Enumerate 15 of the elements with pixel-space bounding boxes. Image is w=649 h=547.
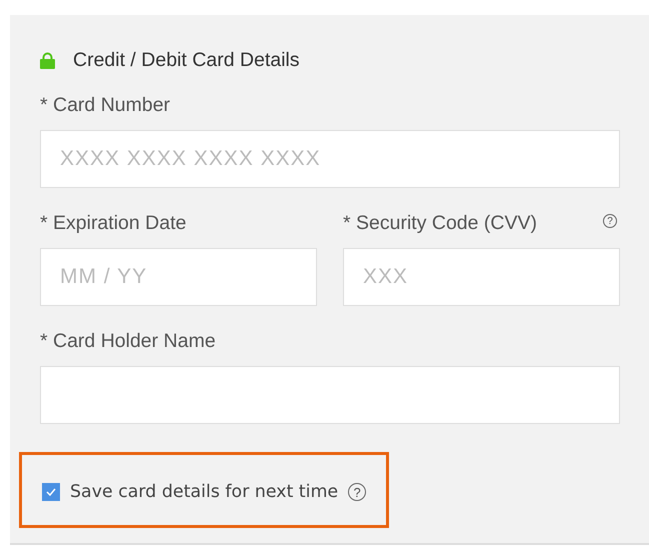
field-label: * Expiration Date [40,212,186,235]
input-field[interactable] [40,366,620,424]
input-field[interactable]: XXX [343,248,620,306]
help-icon[interactable]: ? [348,483,366,501]
field-label: * Card Holder Name [40,330,216,353]
lock-icon [40,52,55,69]
field-label: * Security Code (CVV) [343,212,537,235]
checkbox-label: Save card details for next time [70,482,338,502]
field-label: * Card Number [40,94,170,117]
section-title: Credit / Debit Card Details [73,49,300,72]
input-field[interactable]: MM / YY [40,248,317,306]
checkmark-icon [46,488,56,496]
checkbox[interactable] [42,483,60,501]
help-icon[interactable]: ? [603,214,617,228]
input-field[interactable]: XXXX XXXX XXXX XXXX [40,130,620,188]
